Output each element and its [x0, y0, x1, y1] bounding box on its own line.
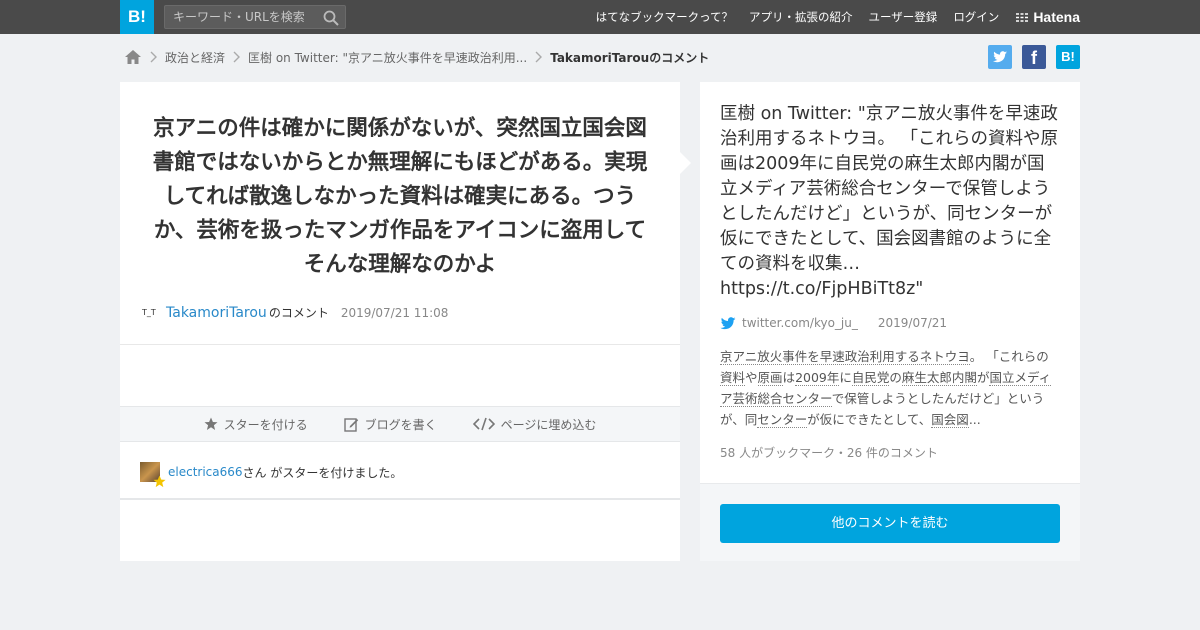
breadcrumb: 政治と経済 匡樹 on Twitter: "京アニ放火事件を早速政治利用... … — [124, 46, 709, 68]
comment-actions: スターを付ける ブログを書く ページに埋め込む — [120, 406, 680, 442]
nav-login[interactable]: ログイン — [953, 9, 999, 25]
top-nav: はてなブックマークって？ アプリ・拡張の紹介 ユーザー登録 ログイン Haten… — [580, 0, 1080, 34]
breadcrumb-current: TakamoriTarouのコメント — [550, 50, 710, 65]
share-buttons: f B! — [978, 45, 1080, 69]
twitter-share-button[interactable] — [988, 45, 1012, 69]
summary-text: が — [976, 370, 990, 385]
star-user-avatar[interactable] — [140, 462, 166, 488]
bookmark-counts[interactable]: 58 人がブックマーク・26 件のコメント — [720, 444, 938, 461]
nav-signup[interactable]: ユーザー登録 — [869, 9, 938, 25]
chevron-right-icon — [535, 51, 543, 63]
summary-keyword[interactable]: 国会図 — [931, 412, 969, 428]
hatena-brand[interactable]: Hatena — [1015, 9, 1080, 25]
read-other-comments-button[interactable]: 他のコメントを読む — [720, 504, 1060, 543]
entry-footer: 他のコメントを読む — [700, 483, 1080, 561]
summary-keyword[interactable]: 2009年 — [795, 370, 840, 386]
hatena-bookmark-logo[interactable]: B! — [120, 0, 154, 34]
summary-text: ... — [968, 412, 981, 427]
summary-keyword[interactable]: 原画 — [757, 370, 783, 386]
add-star-button[interactable]: スターを付ける — [204, 416, 308, 433]
entry-source: twitter.com/kyo_ju_ 2019/07/21 — [720, 316, 947, 330]
embed-label: ページに埋め込む — [500, 417, 597, 432]
embed-button[interactable]: ページに埋め込む — [472, 416, 597, 433]
summary-keyword[interactable]: 京アニ放火事件を早速政治利用するネトウヨ — [720, 349, 970, 365]
entry-card: 匡樹 on Twitter: "京アニ放火事件を早速政治利用するネトウヨ。 「こ… — [700, 82, 1080, 561]
card-pointer — [680, 152, 691, 174]
entry-title-link[interactable]: 匡樹 on Twitter: "京アニ放火事件を早速政治利用するネトウヨ。 「こ… — [720, 104, 1058, 299]
facebook-share-button[interactable]: f — [1022, 45, 1046, 69]
summary-text: が仮にできたとして、 — [807, 412, 932, 427]
divider — [120, 344, 680, 345]
breadcrumb-entry[interactable]: 匡樹 on Twitter: "京アニ放火事件を早速政治利用... — [248, 49, 527, 66]
comment-text: 京アニの件は確かに関係がないが、突然国立国会図書館ではないからとか無理解にもほど… — [152, 116, 648, 277]
summary-text: の — [889, 370, 902, 385]
search-box — [164, 5, 346, 29]
summary-keyword[interactable]: 麻生太郎内閣 — [901, 370, 977, 386]
code-icon — [472, 417, 495, 431]
star-icon — [204, 417, 218, 430]
home-icon[interactable] — [124, 49, 142, 65]
hatena-bookmark-share-button[interactable]: B! — [1056, 45, 1080, 69]
comment-meta: T_T TakamoriTarou のコメント 2019/07/21 11:08 — [142, 304, 448, 321]
twitter-bird-icon — [993, 51, 1007, 63]
divider — [120, 498, 680, 500]
summary-keyword[interactable]: 資料 — [720, 370, 746, 386]
breadcrumb-category[interactable]: 政治と経済 — [165, 49, 225, 66]
top-bar: B! はてなブックマークって？ アプリ・拡張の紹介 ユーザー登録 ログイン Ha… — [0, 0, 1200, 34]
summary-text: や — [745, 370, 758, 385]
add-star-label: スターを付ける — [223, 417, 308, 432]
summary-keyword[interactable]: 自民党 — [851, 370, 890, 386]
summary-text: に — [839, 370, 852, 385]
entry-summary: 京アニ放火事件を早速政治利用するネトウヨ。 「これらの資料や原画は2009年に自… — [720, 346, 1060, 430]
nav-about[interactable]: はてなブックマークって？ — [596, 9, 733, 25]
star-user-link[interactable]: electrica666 — [168, 465, 243, 479]
star-notice: electrica666 さん がスターを付けました。 — [140, 462, 403, 488]
chevron-right-icon — [150, 51, 157, 63]
hatena-icon — [1016, 12, 1029, 22]
edit-icon — [343, 417, 358, 432]
summary-keyword[interactable]: センター — [757, 412, 808, 428]
chevron-right-icon — [233, 51, 241, 63]
search-icon[interactable] — [323, 10, 339, 26]
comment-user-link[interactable]: TakamoriTarou — [166, 305, 267, 321]
summary-text: 。 「これらの — [969, 349, 1049, 364]
star-notice-text: さん がスターを付けました。 — [242, 465, 403, 480]
search-input[interactable] — [165, 6, 315, 28]
summary-text: は — [782, 370, 796, 385]
nav-apps[interactable]: アプリ・拡張の紹介 — [749, 9, 853, 25]
write-blog-label: ブログを書く — [364, 417, 437, 432]
comment-card: 京アニの件は確かに関係がないが、突然国立国会図書館ではないからとか無理解にもほど… — [120, 82, 680, 561]
yellow-star-icon — [153, 475, 166, 488]
entry-source-domain[interactable]: twitter.com/kyo_ju_ — [742, 316, 858, 330]
comment-date[interactable]: 2019/07/21 11:08 — [341, 306, 449, 320]
comment-user-suffix: のコメント — [268, 306, 329, 320]
twitter-bird-icon — [720, 317, 736, 330]
entry-title: 匡樹 on Twitter: "京アニ放火事件を早速政治利用するネトウヨ。 「こ… — [720, 102, 1060, 302]
hatena-brand-label: Hatena — [1033, 9, 1080, 25]
entry-date: 2019/07/21 — [877, 316, 948, 330]
user-avatar[interactable]: T_T — [142, 308, 156, 317]
write-blog-button[interactable]: ブログを書く — [343, 416, 437, 433]
